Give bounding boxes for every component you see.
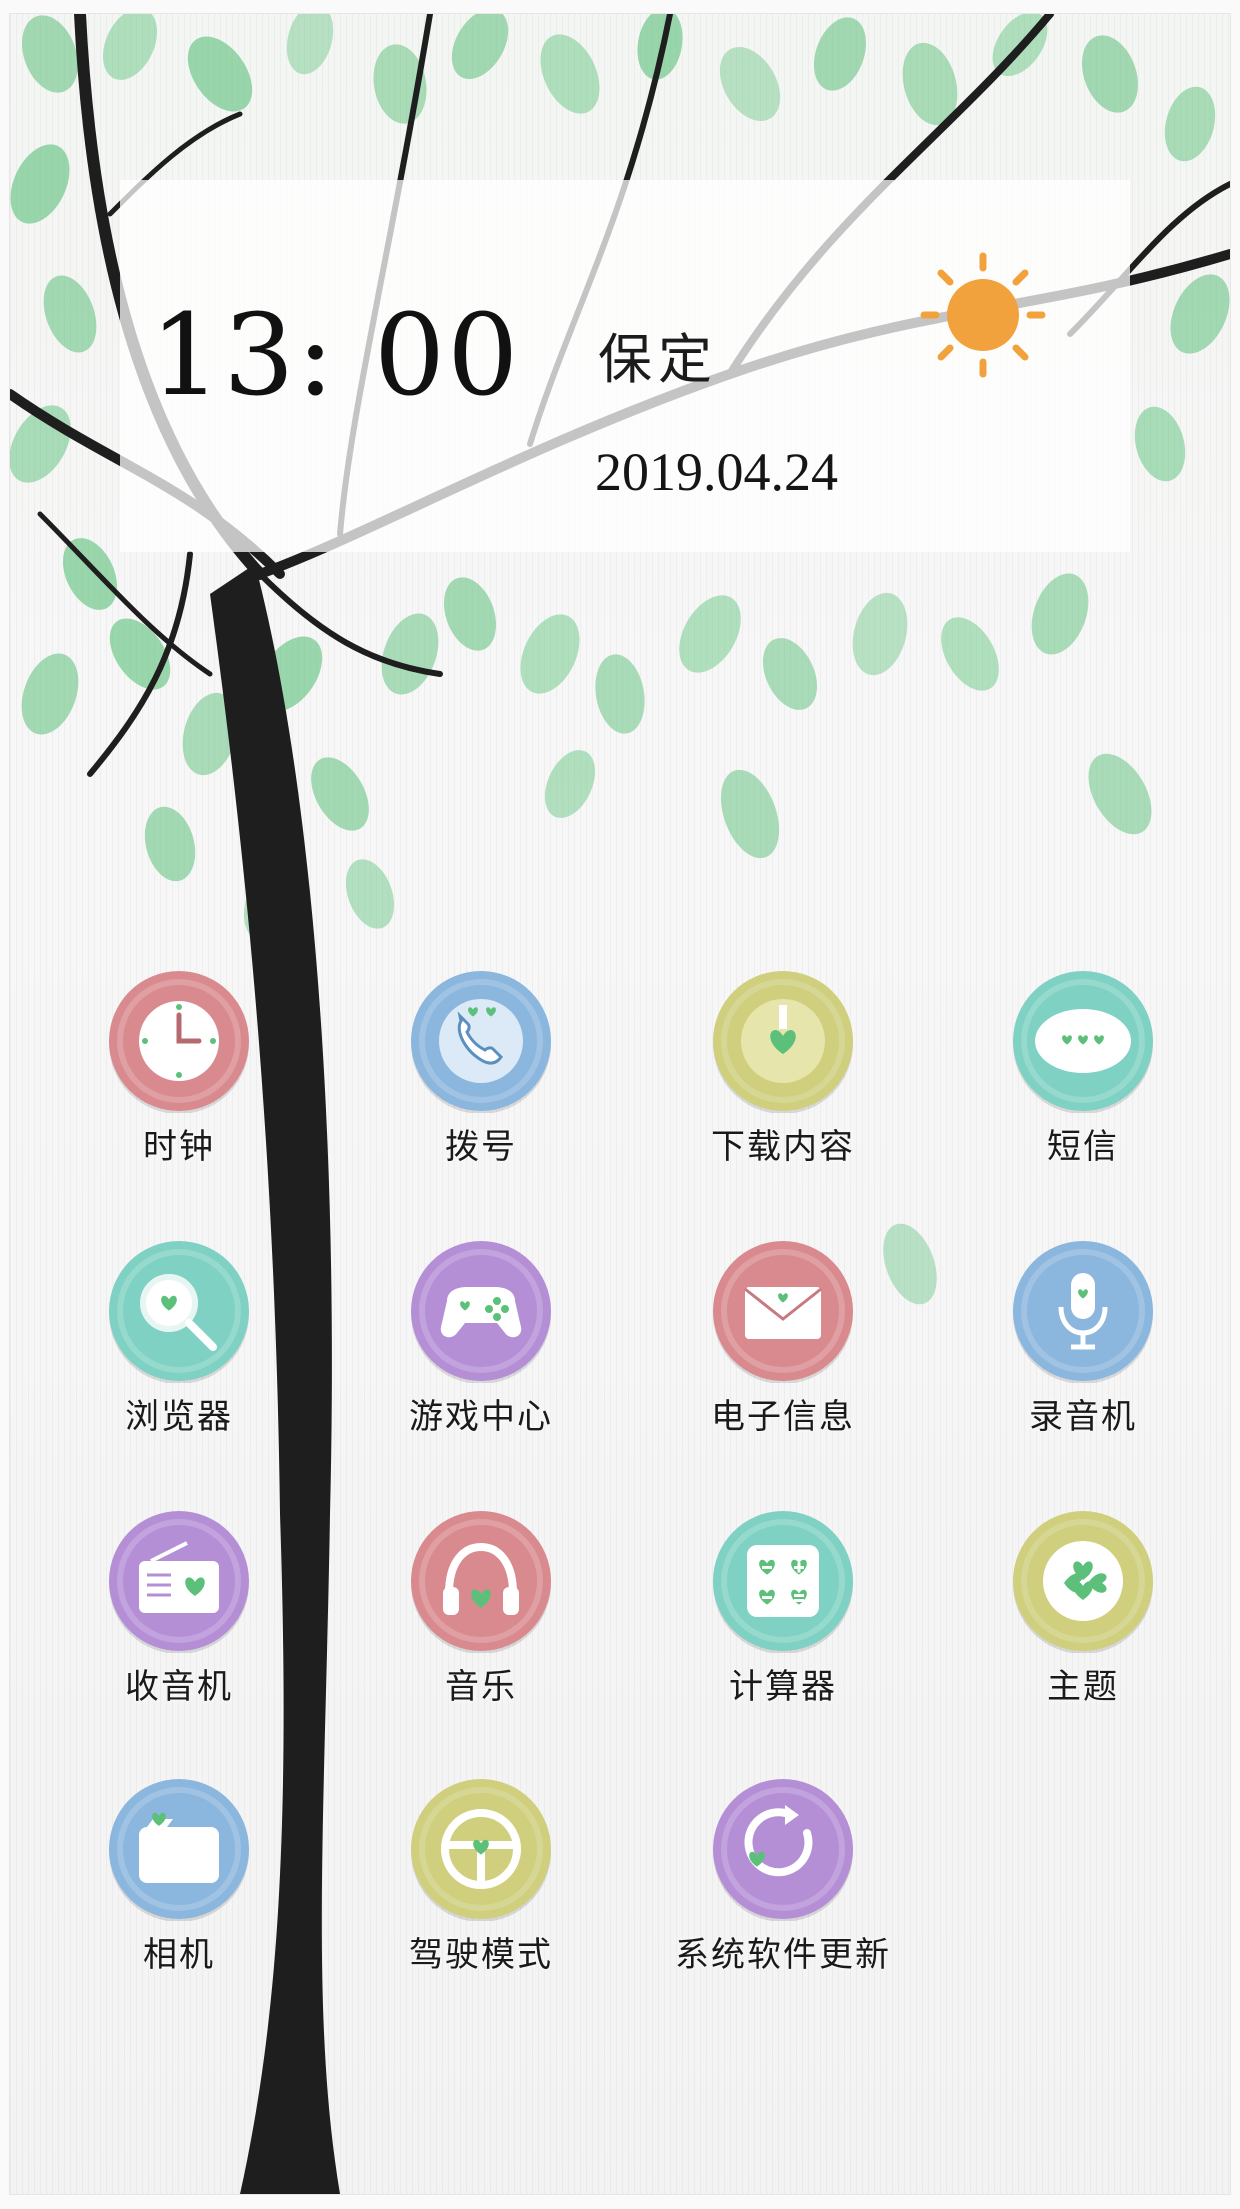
headphones-icon [411,1511,551,1653]
app-label: 驾驶模式 [409,1935,553,1975]
app-label: 录音机 [1029,1397,1137,1437]
app-label: 计算器 [729,1667,837,1707]
phone-icon [411,971,551,1113]
app-label: 收音机 [125,1667,233,1707]
app-label: 浏览器 [125,1397,233,1437]
radio-icon [109,1511,249,1653]
camera-icon [109,1779,249,1921]
app-clock[interactable]: 时钟 [59,969,299,1189]
app-label: 系统软件更新 [675,1935,891,1975]
app-phone[interactable]: 拨号 [361,969,601,1189]
city-name: 保定 [598,328,718,391]
clock-time: 13: 00 [150,291,521,421]
gamepad-icon [411,1241,551,1383]
app-label: 短信 [1047,1127,1119,1167]
app-label: 拨号 [445,1127,517,1167]
app-gamepad[interactable]: 游戏中心 [361,1239,601,1459]
microphone-icon [1013,1241,1153,1383]
sun-icon [920,252,1046,378]
weather-clock-widget[interactable]: 13: 00 保定 2019.04.24 [120,180,1130,552]
app-microphone[interactable]: 录音机 [963,1239,1203,1459]
steering-wheel-icon [411,1779,551,1921]
date-text: 2019.04.24 [595,442,838,502]
app-label: 时钟 [143,1127,215,1167]
app-camera[interactable]: 相机 [59,1777,299,1997]
download-icon [713,971,853,1113]
app-label: 主题 [1047,1667,1119,1707]
app-radio[interactable]: 收音机 [59,1509,299,1729]
app-email[interactable]: 电子信息 [663,1239,903,1459]
clock-icon [109,971,249,1113]
app-steering-wheel[interactable]: 驾驶模式 [361,1777,601,1997]
app-label: 相机 [143,1935,215,1975]
email-icon [713,1241,853,1383]
app-message[interactable]: 短信 [963,969,1203,1189]
home-screen: 13: 00 保定 2019.04.24 时钟 拨号 下载内容 短信浏览器 游戏中心 电子… [10,14,1230,2194]
app-download[interactable]: 下载内容 [663,969,903,1189]
message-icon [1013,971,1153,1113]
update-icon [713,1779,853,1921]
clover-icon [1013,1511,1153,1653]
app-label: 下载内容 [711,1127,855,1167]
app-update[interactable]: 系统软件更新 [663,1777,903,1997]
app-headphones[interactable]: 音乐 [361,1509,601,1729]
app-browser[interactable]: 浏览器 [59,1239,299,1459]
app-label: 游戏中心 [409,1397,553,1437]
browser-icon [109,1241,249,1383]
app-label: 电子信息 [711,1397,855,1437]
calculator-icon [713,1511,853,1653]
app-calculator[interactable]: 计算器 [663,1509,903,1729]
app-clover[interactable]: 主题 [963,1509,1203,1729]
app-label: 音乐 [445,1667,517,1707]
